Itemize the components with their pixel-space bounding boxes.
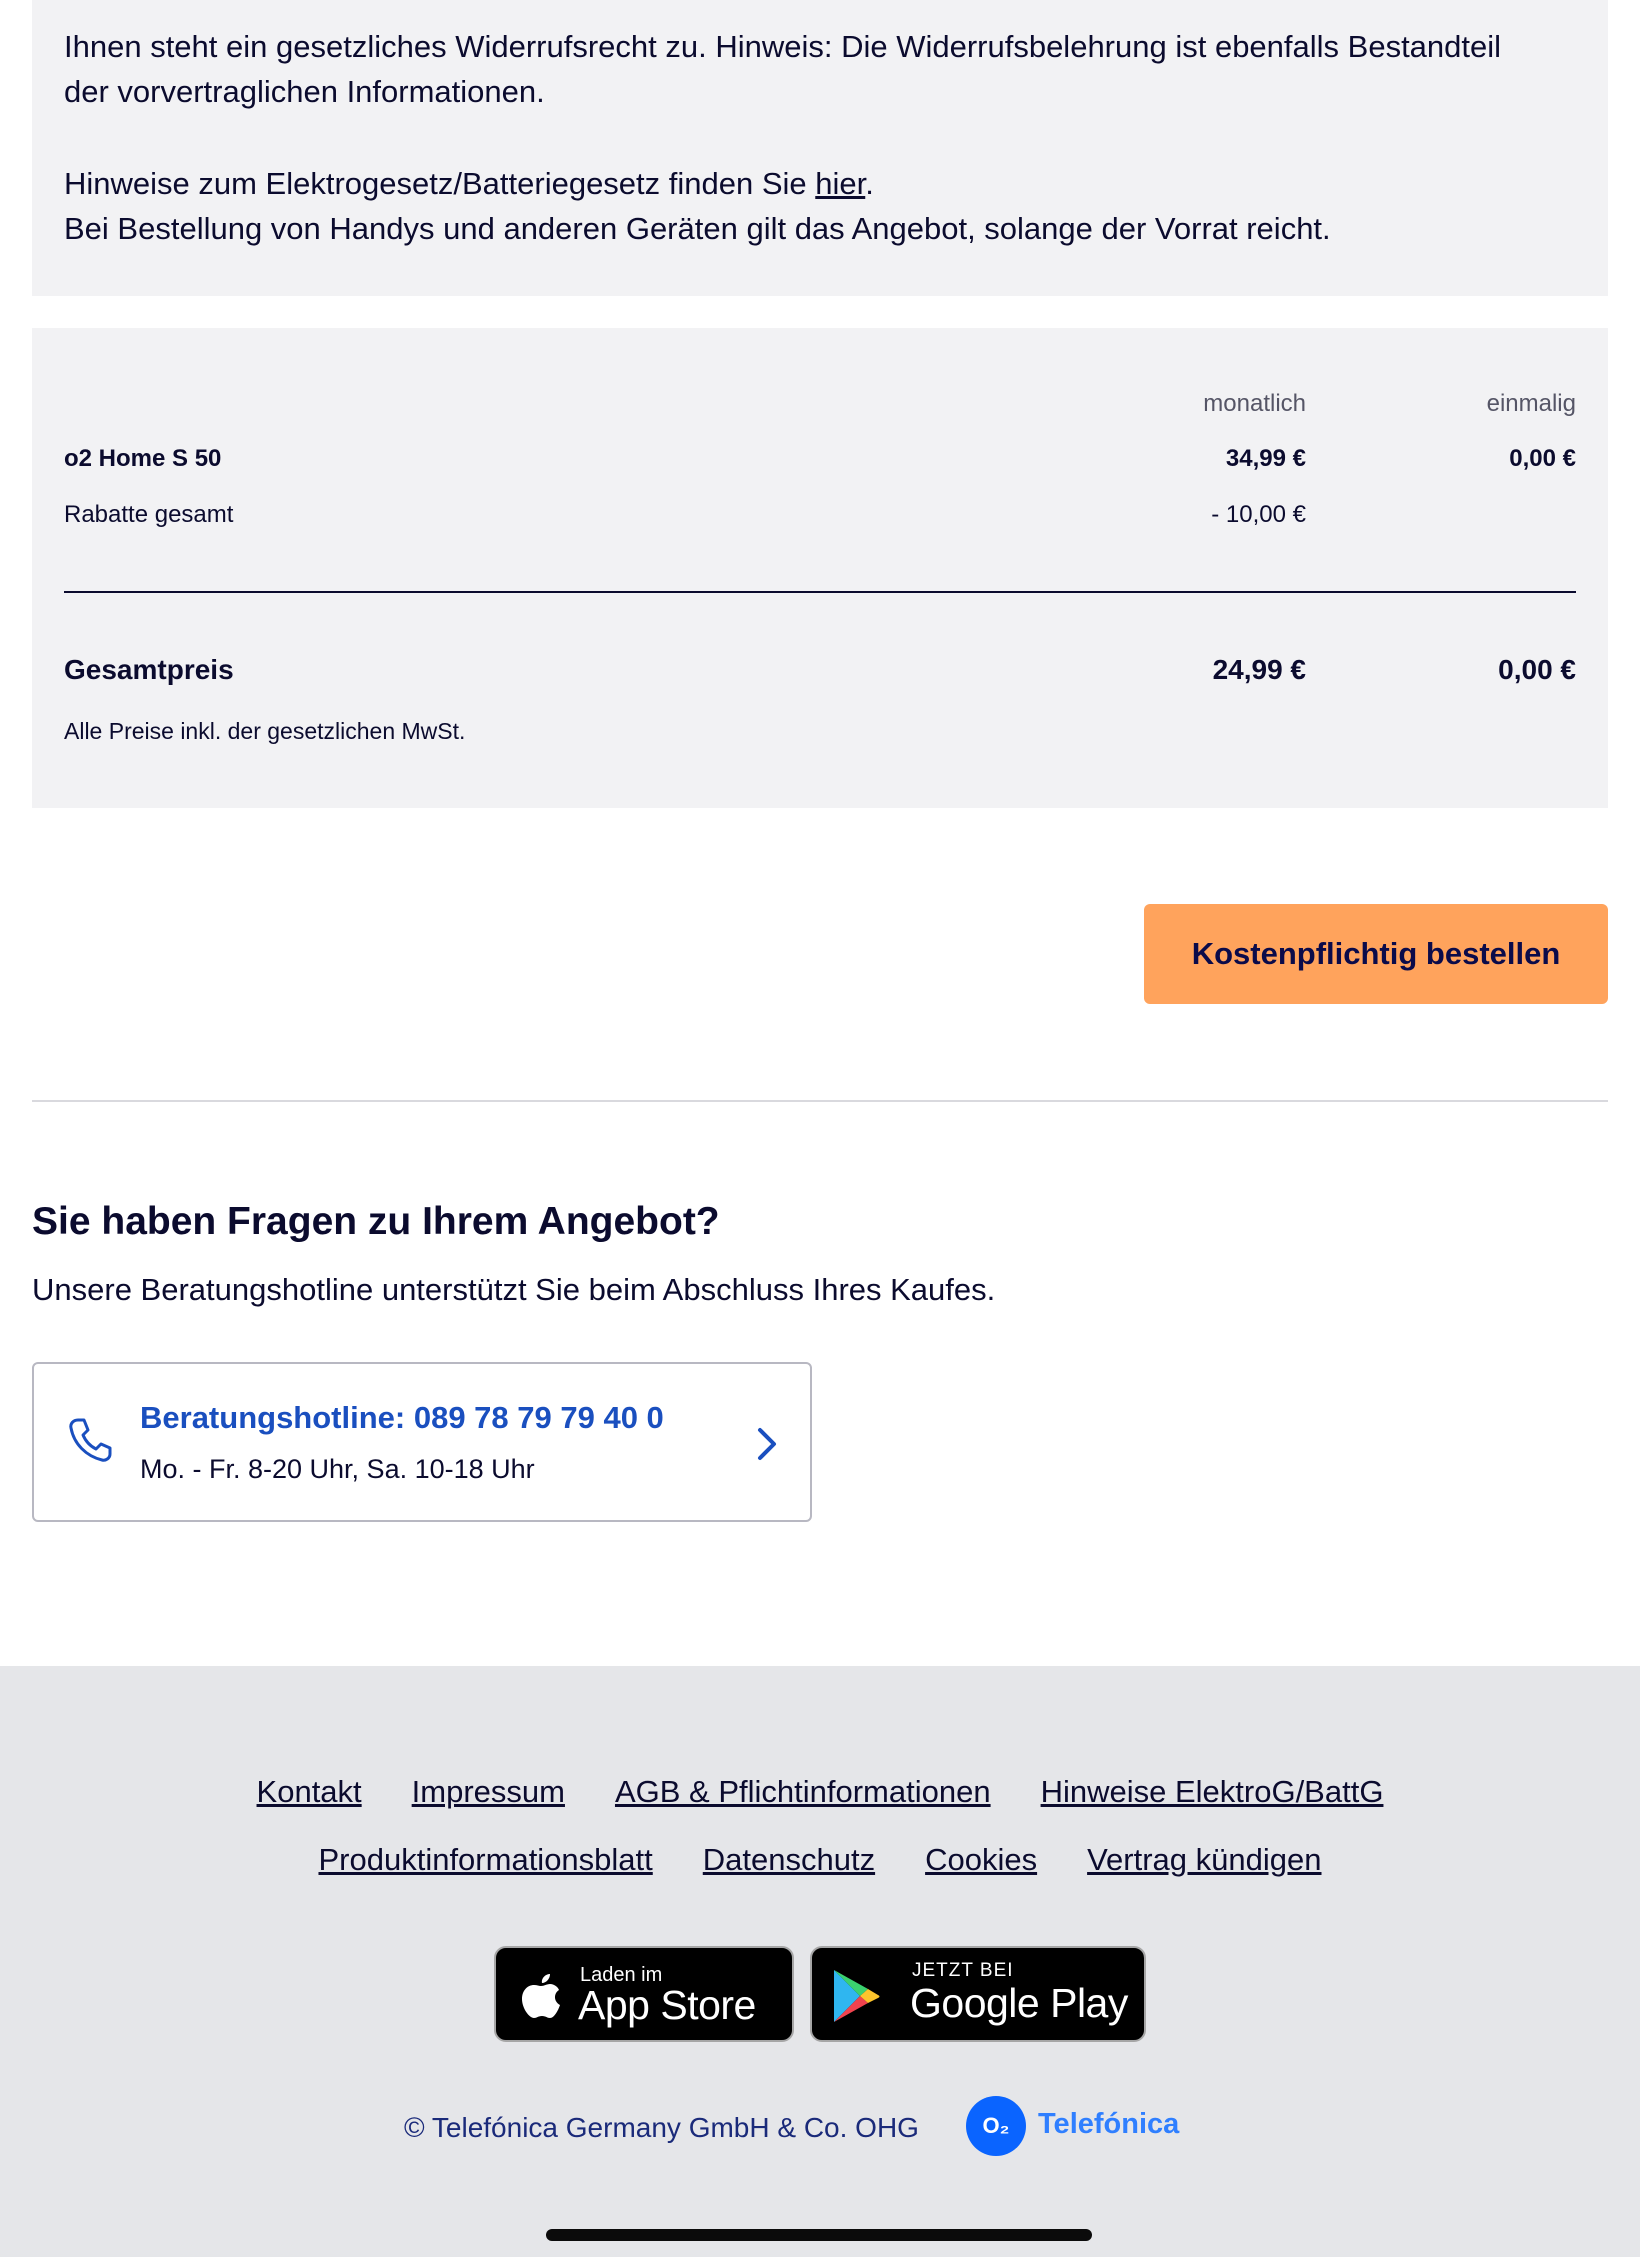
- google-play-badge[interactable]: JETZT BEI Google Play: [810, 1946, 1146, 2042]
- hotline-hours: Mo. - Fr. 8-20 Uhr, Sa. 10-18 Uhr: [140, 1454, 535, 1484]
- col-header-monthly: monatlich: [1203, 390, 1306, 417]
- footer-link-agb[interactable]: AGB & Pflichtinformationen: [615, 1774, 991, 1810]
- order-button[interactable]: Kostenpflichtig bestellen: [1144, 904, 1608, 1004]
- elektro-text: Hinweise zum Elektrogesetz/Batteriegeset…: [64, 166, 1331, 246]
- chevron-right-icon: [758, 1428, 776, 1460]
- product-once-price: 0,00 €: [1509, 445, 1576, 472]
- stock-note: Bei Bestellung von Handys und anderen Ge…: [64, 211, 1331, 246]
- footer-link-impressum[interactable]: Impressum: [412, 1774, 565, 1810]
- hotline-number: Beratungshotline: 089 78 79 79 40 0: [140, 1400, 664, 1435]
- app-store-badge[interactable]: Laden im App Store: [494, 1946, 794, 2042]
- product-monthly-price: 34,99 €: [1225, 445, 1306, 472]
- google-play-small-text: JETZT BEI: [912, 1960, 1014, 1981]
- product-name: o2 Home S 50: [64, 445, 222, 472]
- telefonica-logo: O₂ Telefónica: [966, 2094, 1186, 2158]
- footer-link-produktinfo[interactable]: Produktinformationsblatt: [318, 1842, 652, 1878]
- withdrawal-text: Ihnen steht ein gesetzliches Widerrufsre…: [64, 29, 1502, 109]
- price-divider: [64, 591, 1576, 593]
- footer-link-elektrog[interactable]: Hinweise ElektroG/BattG: [1041, 1774, 1384, 1810]
- discount-label: Rabatte gesamt: [64, 501, 234, 528]
- home-indicator: [546, 2229, 1092, 2241]
- discount-monthly: - 10,00 €: [1211, 501, 1306, 528]
- elektro-hier-link[interactable]: hier: [815, 166, 865, 201]
- vat-note: Alle Preise inkl. der gesetzlichen MwSt.: [64, 718, 466, 744]
- phone-icon: [69, 1418, 112, 1462]
- o2-logo-mark: O₂: [966, 2096, 1026, 2156]
- footer-link-cookies[interactable]: Cookies: [925, 1842, 1037, 1878]
- footer-links-row1: Kontakt Impressum AGB & Pflichtinformati…: [0, 1774, 1640, 1810]
- section-divider: [32, 1100, 1608, 1102]
- col-header-once: einmalig: [1486, 390, 1576, 417]
- footer-link-vertrag-kuendigen[interactable]: Vertrag kündigen: [1087, 1842, 1321, 1878]
- hotline-card[interactable]: Beratungshotline: 089 78 79 79 40 0 Mo. …: [32, 1362, 812, 1522]
- footer-link-kontakt[interactable]: Kontakt: [257, 1774, 362, 1810]
- questions-title: Sie haben Fragen zu Ihrem Angebot?: [32, 1200, 720, 1243]
- google-play-icon: [834, 1970, 880, 2022]
- copyright-text: © Telefónica Germany GmbH & Co. OHG: [404, 2112, 919, 2143]
- questions-subtitle: Unsere Beratungshotline unterstützt Sie …: [32, 1272, 996, 1307]
- footer-links-row2: Produktinformationsblatt Datenschutz Coo…: [0, 1842, 1640, 1878]
- footer: Kontakt Impressum AGB & Pflichtinformati…: [0, 1666, 1640, 2257]
- legal-info-box: Ihnen steht ein gesetzliches Widerrufsre…: [32, 0, 1608, 296]
- total-once: 0,00 €: [1498, 654, 1576, 685]
- total-label: Gesamtpreis: [64, 654, 234, 685]
- telefonica-logo-name: Telefónica: [1038, 2108, 1180, 2140]
- footer-link-datenschutz[interactable]: Datenschutz: [703, 1842, 875, 1878]
- app-store-large-text: App Store: [578, 1982, 756, 2028]
- price-summary: monatlich einmalig o2 Home S 50 34,99 € …: [32, 328, 1608, 808]
- google-play-large-text: Google Play: [910, 1980, 1128, 2026]
- total-monthly: 24,99 €: [1212, 654, 1306, 685]
- apple-icon: [522, 1974, 560, 2018]
